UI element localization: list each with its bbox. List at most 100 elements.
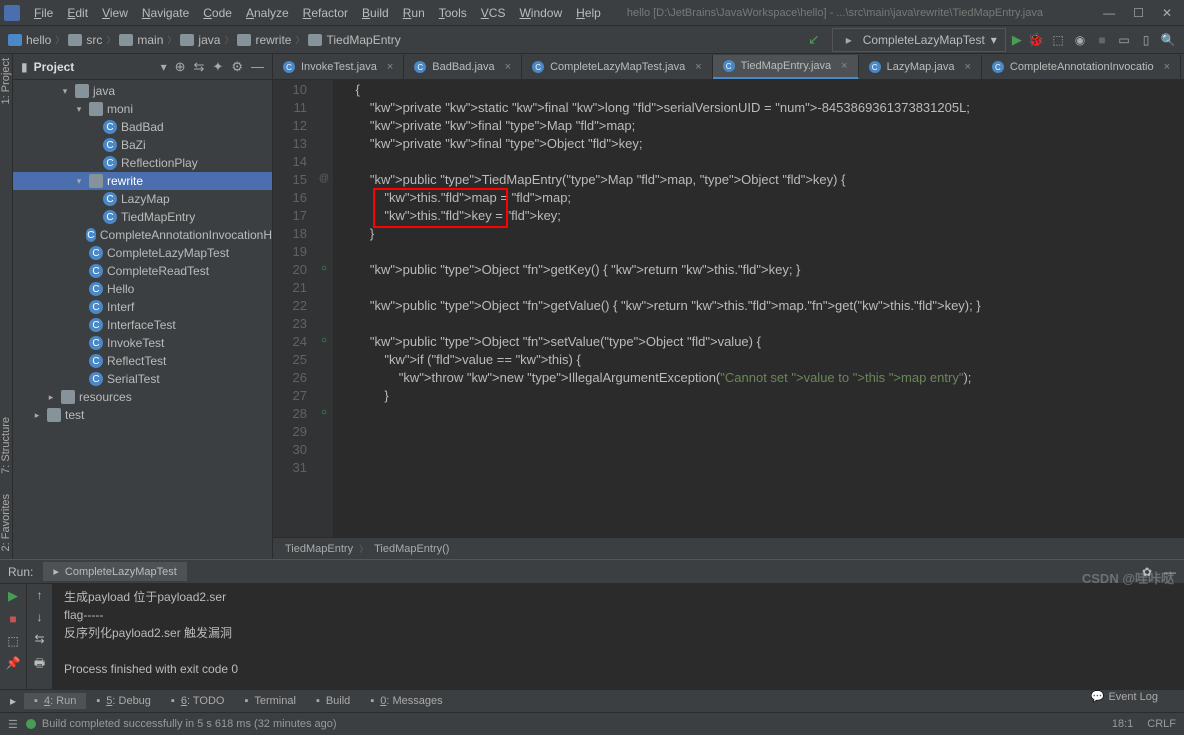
code-line[interactable]: [341, 243, 1184, 261]
tab-tiedmapentry-java[interactable]: CTiedMapEntry.java×: [713, 55, 859, 79]
layout-icon[interactable]: ▭: [1116, 32, 1132, 48]
pin-icon[interactable]: 📌: [6, 656, 21, 670]
status-toggle-icon[interactable]: ☰: [8, 718, 18, 731]
menu-code[interactable]: Code: [197, 4, 238, 22]
tab-completeannotationinvocatio[interactable]: CCompleteAnnotationInvocatio×: [982, 55, 1181, 79]
tabs-toggle-icon[interactable]: ▸: [4, 694, 22, 708]
rerun-icon[interactable]: ▶: [8, 588, 18, 604]
crumb-java[interactable]: java: [180, 33, 220, 47]
tree-item-hello[interactable]: CHello: [13, 280, 272, 298]
code-line[interactable]: "kw">private "kw">final "type">Object "f…: [341, 135, 1184, 153]
settings-icon[interactable]: ⚙: [231, 59, 243, 75]
code-line[interactable]: }: [341, 225, 1184, 243]
menu-build[interactable]: Build: [356, 4, 395, 22]
menu-help[interactable]: Help: [570, 4, 607, 22]
tree-item-completelazymaptest[interactable]: CCompleteLazyMapTest: [13, 244, 272, 262]
structure-tool-tab[interactable]: 7: Structure: [0, 417, 12, 474]
code-line[interactable]: "kw">public "type">Object "fn">getValue(…: [341, 297, 1184, 315]
tree-item-interfacetest[interactable]: CInterfaceTest: [13, 316, 272, 334]
dropdown-icon[interactable]: ▾: [161, 60, 167, 74]
tree-item-serialtest[interactable]: CSerialTest: [13, 370, 272, 388]
print-icon[interactable]: 🖶: [34, 654, 45, 675]
tab-invoketest-java[interactable]: CInvokeTest.java×: [273, 55, 404, 79]
menu-tools[interactable]: Tools: [433, 4, 473, 22]
tree-item-completereadtest[interactable]: CCompleteReadTest: [13, 262, 272, 280]
crumb-hello[interactable]: hello: [8, 33, 51, 47]
tree-item-reflecttest[interactable]: CReflectTest: [13, 352, 272, 370]
code-line[interactable]: "kw">this."fld">map = "fld">map;: [341, 189, 1184, 207]
menu-vcs[interactable]: VCS: [475, 4, 512, 22]
project-tool-tab[interactable]: 1: Project: [0, 58, 12, 104]
code-line[interactable]: "kw">throw "kw">new "type">IllegalArgume…: [341, 369, 1184, 387]
stop-icon[interactable]: ■: [1094, 32, 1110, 48]
menu-edit[interactable]: Edit: [61, 4, 94, 22]
bottom-tab-debug[interactable]: ▪5: Debug: [86, 693, 161, 709]
console-output[interactable]: 生成payload 位于payload2.serflag-----反序列化pay…: [52, 584, 1184, 689]
code-content[interactable]: { "kw">private "kw">static "kw">final "k…: [333, 80, 1184, 537]
menu-window[interactable]: Window: [513, 4, 568, 22]
tree-item-reflectionplay[interactable]: CReflectionPlay: [13, 154, 272, 172]
coverage-icon[interactable]: ⬚: [1050, 32, 1066, 48]
code-line[interactable]: }: [341, 387, 1184, 405]
run-button-icon[interactable]: ▶: [1012, 32, 1022, 48]
tree-item-bazi[interactable]: CBaZi: [13, 136, 272, 154]
nav-back-icon[interactable]: ↙: [802, 31, 826, 48]
menu-file[interactable]: File: [28, 4, 59, 22]
crumb-src[interactable]: src: [68, 33, 102, 47]
project-view-icon[interactable]: ▮: [21, 60, 28, 74]
code-line[interactable]: "kw">public "type">Object "fn">getKey() …: [341, 261, 1184, 279]
bottom-tab-build[interactable]: ▪Build: [306, 693, 360, 709]
code-line[interactable]: "kw">private "kw">static "kw">final "kw"…: [341, 99, 1184, 117]
minimize-icon[interactable]: —: [1103, 6, 1115, 20]
tree-item-test[interactable]: ▸test: [13, 406, 272, 424]
up-icon[interactable]: ↑: [37, 588, 43, 602]
tree-item-moni[interactable]: ▾moni: [13, 100, 272, 118]
code-editor[interactable]: 1011121314151617181920212223242526272829…: [273, 80, 1184, 537]
caret-position[interactable]: 18:1: [1112, 718, 1133, 730]
tree-item-rewrite[interactable]: ▾rewrite: [13, 172, 272, 190]
tree-item-tiedmapentry[interactable]: CTiedMapEntry: [13, 208, 272, 226]
wrap-icon[interactable]: ⇆: [34, 632, 44, 646]
code-line[interactable]: [341, 315, 1184, 333]
hide-icon[interactable]: —: [251, 59, 264, 74]
run-tab[interactable]: ▸ CompleteLazyMapTest: [43, 562, 186, 581]
menu-navigate[interactable]: Navigate: [136, 4, 195, 22]
stop-icon[interactable]: ■: [9, 612, 16, 626]
close-tab-icon[interactable]: ×: [505, 61, 511, 73]
down-icon[interactable]: ↓: [37, 610, 43, 624]
layout-icon[interactable]: ⬚: [7, 634, 18, 648]
code-line[interactable]: "kw">public "type">TiedMapEntry("type">M…: [341, 171, 1184, 189]
event-log-tab[interactable]: 💬 Event Log: [1091, 690, 1158, 703]
tree-item-completeannotationinvocationh[interactable]: CCompleteAnnotationInvocationH: [13, 226, 272, 244]
debug-button-icon[interactable]: 🐞: [1028, 32, 1044, 48]
menu-view[interactable]: View: [96, 4, 134, 22]
code-line[interactable]: "kw">public "type">Object "fn">setValue(…: [341, 333, 1184, 351]
crumb-tiedmapentry[interactable]: TiedMapEntry: [308, 33, 400, 47]
tab-lazymap-java[interactable]: CLazyMap.java×: [859, 55, 982, 79]
tree-item-java[interactable]: ▾java: [13, 82, 272, 100]
tab-completelazymaptest-java[interactable]: CCompleteLazyMapTest.java×: [522, 55, 713, 79]
breadcrumb-method[interactable]: TiedMapEntry(): [374, 543, 449, 555]
select-opened-icon[interactable]: ⊕: [175, 59, 186, 75]
bottom-tab-run[interactable]: ▪4: Run: [24, 693, 86, 709]
tree-item-resources[interactable]: ▸resources: [13, 388, 272, 406]
close-tab-icon[interactable]: ×: [695, 61, 701, 73]
run-config-selector[interactable]: ▸ CompleteLazyMapTest ▾: [832, 28, 1006, 52]
code-line[interactable]: "kw">this."fld">key = "fld">key;: [341, 207, 1184, 225]
expand-icon[interactable]: ⇆: [194, 59, 205, 75]
search-icon[interactable]: 🔍: [1160, 32, 1176, 48]
code-line[interactable]: "kw">if ("fld">value == "kw">this) {: [341, 351, 1184, 369]
collapse-icon[interactable]: ✦: [212, 59, 223, 75]
code-line[interactable]: [341, 153, 1184, 171]
layout2-icon[interactable]: ▯: [1138, 32, 1154, 48]
line-separator[interactable]: CRLF: [1147, 718, 1176, 730]
tree-item-interf[interactable]: CInterf: [13, 298, 272, 316]
code-line[interactable]: "kw">private "kw">final "type">Map "fld"…: [341, 117, 1184, 135]
menu-analyze[interactable]: Analyze: [240, 4, 295, 22]
close-tab-icon[interactable]: ×: [964, 61, 970, 73]
close-tab-icon[interactable]: ×: [841, 60, 847, 72]
menu-run[interactable]: Run: [397, 4, 431, 22]
crumb-rewrite[interactable]: rewrite: [237, 33, 291, 47]
close-icon[interactable]: ✕: [1162, 6, 1172, 20]
breadcrumb-class[interactable]: TiedMapEntry: [285, 543, 353, 555]
